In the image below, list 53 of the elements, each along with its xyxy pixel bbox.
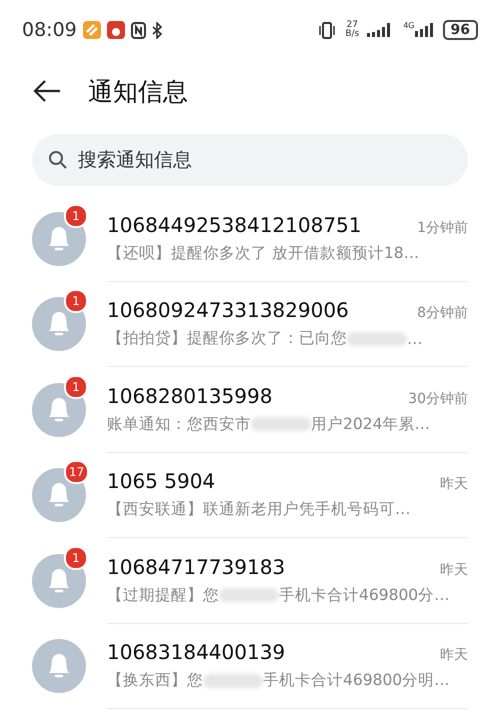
network-speed-value: 27: [346, 21, 358, 30]
redaction-blur: [347, 332, 407, 346]
sender-number: 10684717739183: [107, 554, 286, 579]
app-notification-icon: [82, 21, 101, 39]
message-time: 昨天: [440, 560, 468, 579]
message-preview: 手机卡合计469800分…: [279, 584, 450, 606]
message-time: 1分钟前: [417, 218, 468, 237]
search-icon: [48, 150, 68, 170]
message-preview: 【换东西】您: [107, 670, 203, 692]
message-preview: 【过期提醒】您: [107, 584, 219, 606]
battery-level: 96: [442, 20, 478, 40]
redaction-blur: [219, 588, 279, 602]
search-field[interactable]: 搜索通知信息: [32, 134, 468, 186]
unread-count-badge: 1: [64, 546, 88, 570]
unread-count-badge: 1: [64, 374, 88, 399]
message-row[interactable]: 1 10684492538412108751 1分钟前 【还呗】提醒你多次了 放开借款额预计18…: [0, 196, 500, 282]
bell-avatar-icon: [32, 639, 86, 694]
message-preview: …: [407, 330, 422, 348]
signal-icon: [414, 22, 435, 38]
sender-number: 1065 5904: [107, 469, 216, 494]
message-preview: 账单通知：您西安市: [107, 414, 251, 435]
page-title: 通知信息: [88, 76, 188, 108]
app-notification-icon: [106, 21, 125, 39]
redaction-blur: [203, 674, 263, 688]
message-time: 昨天: [440, 475, 468, 494]
message-time: 昨天: [440, 646, 468, 664]
sender-number: 1068092473313829006: [107, 298, 349, 322]
sender-number: 10684492538412108751: [107, 212, 362, 237]
message-preview: 【西安联通】联通新老用户凭手机号码可…: [107, 499, 410, 520]
message-preview: 【拍拍贷】提醒你多次了：已向您: [107, 328, 347, 350]
message-row[interactable]: 1 1068092473313829006 8分钟前 【拍拍贷】提醒你多次了：已向您 …: [0, 282, 500, 367]
bluetooth-icon: [152, 22, 162, 38]
message-row[interactable]: 1 10684717739183 昨天 【过期提醒】您 手机卡合计469800分…: [0, 538, 500, 624]
message-row[interactable]: 1 1068280135998 30分钟前 账单通知：您西安市 用户2024年累…: [0, 367, 500, 452]
message-row[interactable]: 10683184400139 昨天 【换东西】您 手机卡合计469800分明…: [0, 624, 500, 709]
unread-count-badge: 1: [64, 289, 88, 314]
redaction-blur: [251, 417, 311, 432]
message-preview: 【还呗】提醒你多次了 放开借款额预计18…: [107, 242, 420, 264]
back-button[interactable]: [32, 79, 62, 103]
unread-count-badge: 17: [64, 460, 90, 484]
sender-number: 10683184400139: [107, 640, 286, 664]
message-row[interactable]: 17 1065 5904 昨天 【西安联通】联通新老用户凭手机号码可…: [0, 452, 500, 538]
network-speed-unit: B/s: [345, 30, 360, 39]
message-preview: 手机卡合计469800分明…: [263, 670, 450, 692]
network-type: 4G: [403, 22, 415, 30]
message-time: 30分钟前: [408, 390, 468, 408]
clock-time: 08:09: [22, 19, 77, 41]
message-time: 8分钟前: [417, 304, 468, 322]
sender-number: 1068280135998: [107, 384, 272, 408]
unread-count-badge: 1: [64, 204, 88, 228]
nfc-icon: [130, 22, 146, 38]
vibrate-icon: [317, 22, 338, 38]
message-preview: 用户2024年累…: [311, 414, 430, 435]
